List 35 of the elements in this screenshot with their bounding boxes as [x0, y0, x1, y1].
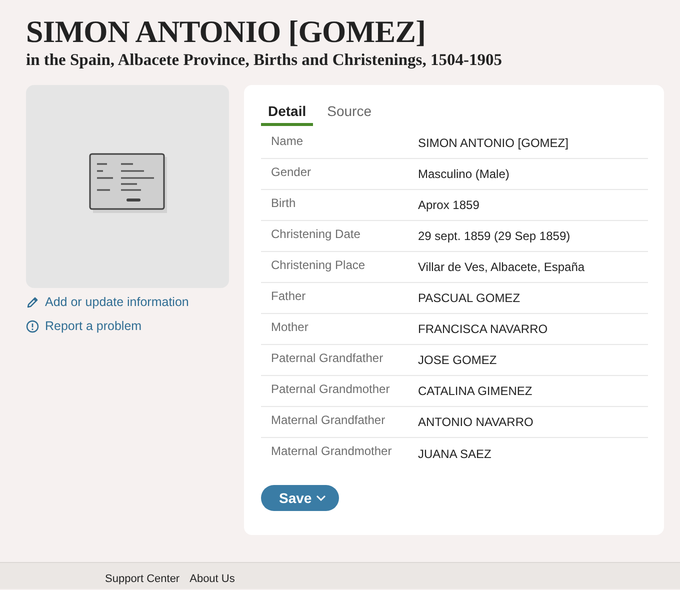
collection-subtitle: in the Spain, Albacete Province, Births and Christenings, 1504-1905	[26, 50, 503, 70]
field-value: ANTONIO NAVARRO	[418, 415, 534, 429]
field-value: CATALINA GIMENEZ	[418, 384, 532, 398]
field-label: Mother	[270, 320, 310, 334]
field-value: FRANCISCA NAVARRO	[418, 322, 548, 336]
side-link[interactable]: Report a problem	[45, 319, 142, 333]
record-title: SIMON ANTONIO [GOMEZ]	[26, 14, 427, 50]
tab[interactable]: Source	[320, 99, 378, 126]
document-icon	[88, 152, 166, 212]
field-value: JUANA SAEZ	[418, 446, 492, 460]
caret-icon	[316, 495, 326, 501]
footer-link[interactable]: Support Center	[105, 573, 180, 585]
field-value: JOSE GOMEZ	[418, 353, 497, 367]
field-value: Aprox 1859	[418, 198, 480, 212]
footer-link[interactable]: About Us	[190, 573, 235, 585]
field-value: Villar de Ves, Albacete, España	[418, 260, 585, 274]
field-value: Masculino (Male)	[418, 167, 510, 181]
field-value: PASCUAL GOMEZ	[418, 291, 520, 305]
field-label: Paternal Grandfather	[270, 350, 384, 364]
field-label: Name	[270, 134, 304, 148]
field-value: 29 sept. 1859 (29 Sep 1859)	[418, 229, 570, 243]
side-link[interactable]: Add or update information	[45, 295, 189, 309]
field-label: Paternal Grandmother	[270, 382, 391, 396]
pencil-icon	[26, 296, 39, 308]
field-label: Father	[270, 288, 307, 302]
field-label: Christening Date	[270, 226, 362, 240]
field-label: Gender	[270, 164, 312, 178]
field-label: Maternal Grandfather	[270, 412, 386, 426]
field-label: Birth	[270, 196, 297, 210]
field-value: SIMON ANTONIO [GOMEZ]	[418, 136, 568, 150]
tab[interactable]: Detail	[261, 99, 314, 126]
field-label: Maternal Grandmother	[270, 444, 393, 458]
alert-icon	[26, 320, 39, 332]
save-button[interactable]: Save	[261, 485, 339, 511]
field-label: Christening Place	[270, 258, 366, 272]
